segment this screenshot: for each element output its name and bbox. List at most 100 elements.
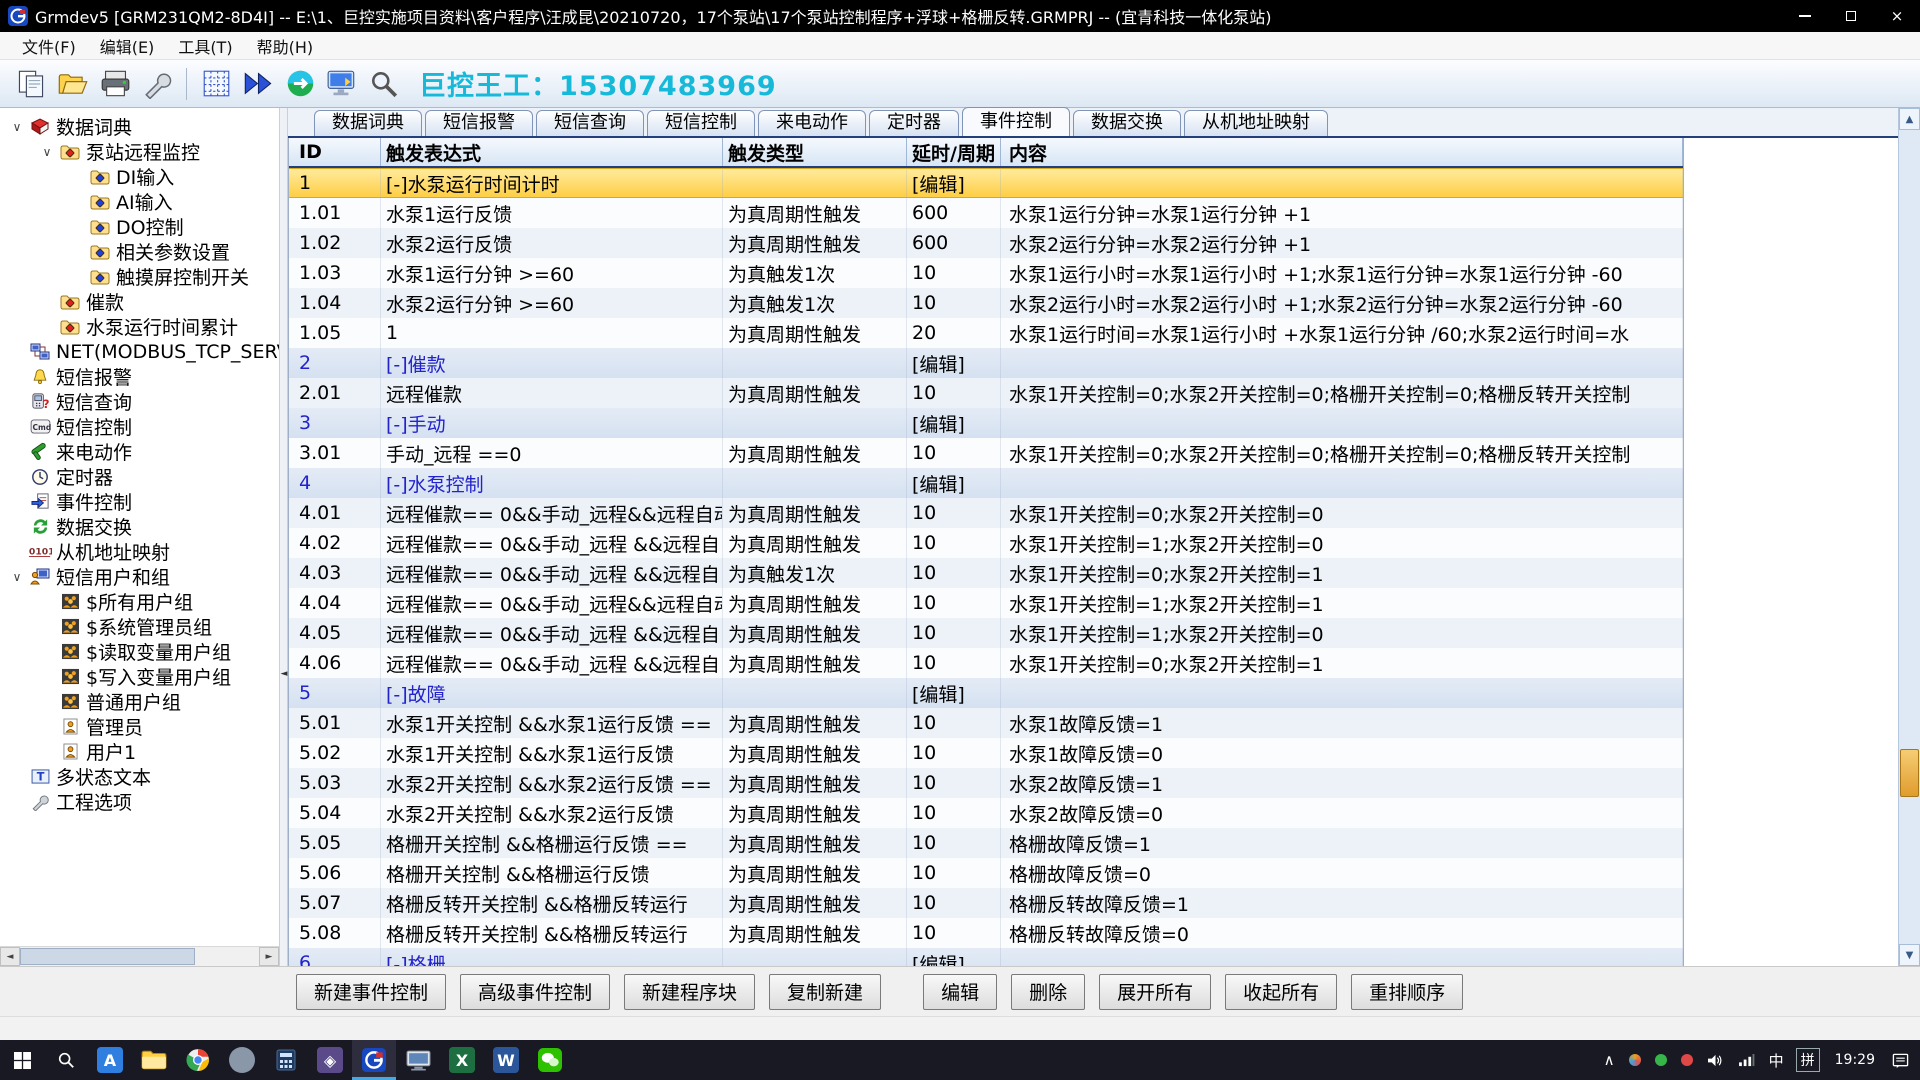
snipping-tool-icon[interactable] — [396, 1040, 440, 1080]
action-button[interactable]: 新建程序块 — [624, 974, 755, 1010]
sidebar-item[interactable]: $读取变量用户组 — [0, 639, 279, 664]
sidebar-item[interactable]: 管理员 — [0, 714, 279, 739]
cell-delay[interactable]: [编辑] — [907, 468, 1001, 498]
sidebar-item[interactable]: 数据交换 — [0, 514, 279, 539]
table-row[interactable]: 4.04远程催款== 0&&手动_远程&&远程自动为真周期性触发10水泵1开关控… — [289, 588, 1683, 618]
tab-item[interactable]: 短信查询 — [536, 110, 644, 136]
sidebar-item[interactable]: ∨短信用户和组 — [0, 564, 279, 589]
table-row[interactable]: 4.02远程催款== 0&&手动_远程 &&远程自为真周期性触发10水泵1开关控… — [289, 528, 1683, 558]
cell-delay[interactable]: [编辑] — [907, 678, 1001, 708]
ime-indicator[interactable]: 拼 — [1796, 1048, 1820, 1072]
tab-item[interactable]: 短信控制 — [647, 110, 755, 136]
app-gray-icon[interactable] — [220, 1040, 264, 1080]
table-row[interactable]: 4.01远程催款== 0&&手动_远程&&远程自动为真周期性触发10水泵1开关控… — [289, 498, 1683, 528]
expand-arrow-icon[interactable]: ∨ — [6, 120, 28, 134]
sidebar-item[interactable]: NET(MODBUS_TCP_SERVI — [0, 339, 279, 364]
table-row[interactable]: 6[-]格栅[编辑] — [289, 948, 1683, 966]
sidebar-item[interactable]: $系统管理员组 — [0, 614, 279, 639]
scroll-up-icon[interactable]: ▲ — [1899, 108, 1920, 130]
wrench-icon[interactable] — [136, 64, 178, 104]
monitor-debug-icon[interactable] — [321, 64, 363, 104]
input-language-indicator[interactable]: 中 — [1762, 1050, 1791, 1071]
close-button[interactable]: × — [1874, 0, 1920, 32]
collapse-panel-icon[interactable]: ◄ — [280, 656, 288, 692]
sidebar-item[interactable]: DI输入 — [0, 164, 279, 189]
tray-green-dot-icon[interactable] — [1648, 1054, 1674, 1066]
table-row[interactable]: 1.03水泵1运行分钟 >=60为真触发1次10水泵1运行小时=水泵1运行小时 … — [289, 258, 1683, 288]
tab-active-item[interactable]: 事件控制 — [962, 107, 1070, 136]
column-header[interactable]: 延时/周期 — [907, 138, 1001, 166]
tray-red-dot-icon[interactable] — [1674, 1054, 1700, 1066]
scroll-left-icon[interactable]: ◄ — [0, 947, 20, 966]
sidebar-item[interactable]: 0101从机地址映射 — [0, 539, 279, 564]
sidebar-item[interactable]: 触摸屏控制开关 — [0, 264, 279, 289]
table-row[interactable]: 5.03水泵2开关控制 &&水泵2运行反馈 ==为真周期性触发10水泵2故障反馈… — [289, 768, 1683, 798]
action-center-icon[interactable] — [1885, 1052, 1916, 1069]
table-row[interactable]: 2[-]催款[编辑] — [289, 348, 1683, 378]
action-button[interactable]: 高级事件控制 — [460, 974, 610, 1010]
sidebar-item[interactable]: ∨数据词典 — [0, 114, 279, 139]
chrome-icon[interactable] — [176, 1040, 220, 1080]
minimize-button[interactable] — [1782, 0, 1828, 32]
table-row[interactable]: 5.05格栅开关控制 &&格栅运行反馈 ==为真周期性触发10格栅故障反馈=1 — [289, 828, 1683, 858]
wechat-icon[interactable] — [528, 1040, 572, 1080]
app-blue-icon[interactable]: A — [88, 1040, 132, 1080]
menu-item[interactable]: 编辑(E) — [88, 34, 167, 58]
save-printer-icon[interactable] — [94, 64, 136, 104]
variable-grid-icon[interactable] — [195, 64, 237, 104]
tab-item[interactable]: 从机地址映射 — [1184, 110, 1328, 136]
vertical-scrollbar[interactable]: ▲ ▼ — [1898, 108, 1920, 966]
table-row[interactable]: 5.06格栅开关控制 &&格栅运行反馈为真周期性触发10格栅故障反馈=0 — [289, 858, 1683, 888]
scroll-right-icon[interactable]: ► — [259, 947, 279, 966]
network-icon[interactable] — [1731, 1054, 1762, 1067]
scroll-down-icon[interactable]: ▼ — [1899, 944, 1920, 966]
grmdev-active-icon[interactable] — [352, 1040, 396, 1080]
sidebar-item[interactable]: ?短信查询 — [0, 389, 279, 414]
action-button[interactable]: 收起所有 — [1225, 974, 1337, 1010]
sidebar-item[interactable]: $所有用户组 — [0, 589, 279, 614]
sidebar-item[interactable]: T多状态文本 — [0, 764, 279, 789]
cell-delay[interactable]: [编辑] — [907, 348, 1001, 378]
table-row[interactable]: 4.06远程催款== 0&&手动_远程 &&远程自为真周期性触发10水泵1开关控… — [289, 648, 1683, 678]
tray-orange-dot-icon[interactable] — [1622, 1054, 1648, 1066]
tab-item[interactable]: 定时器 — [869, 110, 959, 136]
sidebar-item[interactable]: AI输入 — [0, 189, 279, 214]
deploy-orb-icon[interactable] — [279, 64, 321, 104]
table-row[interactable]: 1.051为真周期性触发20水泵1运行时间=水泵1运行小时 +水泵1运行分钟 /… — [289, 318, 1683, 348]
word-icon[interactable]: W — [484, 1040, 528, 1080]
table-row[interactable]: 3.01手动_远程 ==0为真周期性触发10水泵1开关控制=0;水泵2开关控制=… — [289, 438, 1683, 468]
sidebar-item[interactable]: 水泵运行时间累计 — [0, 314, 279, 339]
action-button[interactable]: 展开所有 — [1099, 974, 1211, 1010]
table-row[interactable]: 5[-]故障[编辑] — [289, 678, 1683, 708]
app-purple-icon[interactable]: ◈ — [308, 1040, 352, 1080]
excel-icon[interactable]: X — [440, 1040, 484, 1080]
sidebar-item[interactable]: DO控制 — [0, 214, 279, 239]
expand-arrow-icon[interactable]: ∨ — [36, 145, 58, 159]
taskbar-search-icon[interactable] — [44, 1040, 88, 1080]
menu-item[interactable]: 工具(T) — [166, 34, 244, 58]
table-row[interactable]: 5.07格栅反转开关控制 &&格栅反转运行为真周期性触发10格栅反转故障反馈=1 — [289, 888, 1683, 918]
table-row[interactable]: 3[-]手动[编辑] — [289, 408, 1683, 438]
magnifier-icon[interactable] — [363, 64, 405, 104]
sidebar-item[interactable]: 普通用户组 — [0, 689, 279, 714]
table-row[interactable]: 5.04水泵2开关控制 &&水泵2运行反馈为真周期性触发10水泵2故障反馈=0 — [289, 798, 1683, 828]
volume-icon[interactable] — [1700, 1053, 1731, 1068]
sidebar-item[interactable]: 催款 — [0, 289, 279, 314]
table-row[interactable]: 1.04水泵2运行分钟 >=60为真触发1次10水泵2运行小时=水泵2运行小时 … — [289, 288, 1683, 318]
panel-splitter[interactable]: ◄ — [280, 108, 288, 966]
menu-item[interactable]: 帮助(H) — [245, 34, 326, 58]
tab-item[interactable]: 来电动作 — [758, 110, 866, 136]
cell-delay[interactable]: [编辑] — [907, 169, 1001, 197]
action-button[interactable]: 新建事件控制 — [296, 974, 446, 1010]
scrollbar-thumb[interactable] — [20, 948, 195, 965]
sidebar-item[interactable]: 定时器 — [0, 464, 279, 489]
sidebar-item[interactable]: 短信报警 — [0, 364, 279, 389]
tab-item[interactable]: 数据交换 — [1073, 110, 1181, 136]
tab-item[interactable]: 数据词典 — [314, 110, 422, 136]
sidebar-item[interactable]: $写入变量用户组 — [0, 664, 279, 689]
table-row[interactable]: 4[-]水泵控制[编辑] — [289, 468, 1683, 498]
file-explorer-icon[interactable] — [132, 1040, 176, 1080]
tab-item[interactable]: 短信报警 — [425, 110, 533, 136]
open-folder-icon[interactable] — [52, 64, 94, 104]
windows-start-icon[interactable] — [0, 1040, 44, 1080]
